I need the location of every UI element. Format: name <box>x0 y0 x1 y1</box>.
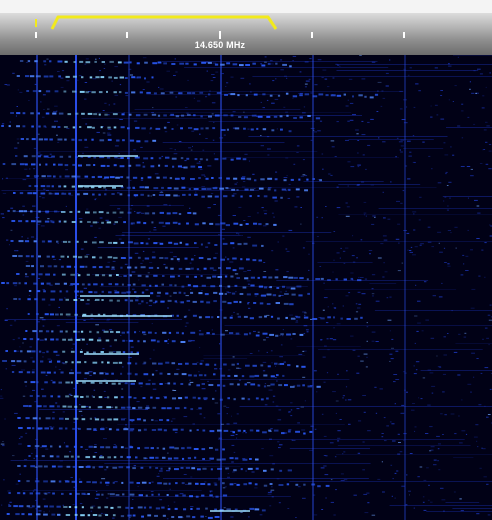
waterfall-display[interactable] <box>0 55 492 520</box>
frequency-scale[interactable]: 14.650 MHz <box>0 13 492 55</box>
scale-tick <box>403 32 405 38</box>
waterfall-canvas <box>0 55 492 520</box>
top-bar <box>0 0 492 13</box>
scale-tick <box>35 32 37 38</box>
passband-filter-trapezoid <box>50 15 278 30</box>
passband-filter-marker[interactable] <box>0 13 492 33</box>
scale-tick <box>126 32 128 38</box>
sdr-waterfall-view: 14.650 MHz <box>0 0 492 520</box>
scale-tick-center <box>219 31 221 39</box>
scale-tick <box>311 32 313 38</box>
center-frequency-label: 14.650 MHz <box>194 40 246 50</box>
